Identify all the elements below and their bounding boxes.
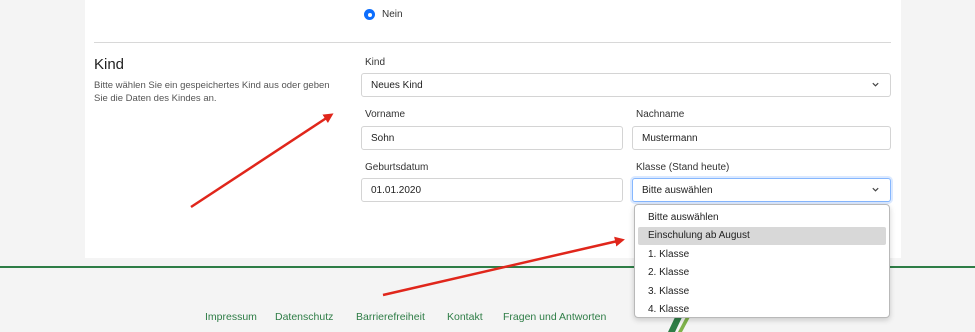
radio-label: Nein <box>382 9 403 20</box>
geburtsdatum-input[interactable]: 01.01.2020 <box>361 178 623 202</box>
dropdown-option[interactable]: 1. Klasse <box>638 245 886 264</box>
footer-link-kontakt[interactable]: Kontakt <box>447 311 483 323</box>
radio-button-checked[interactable] <box>364 9 375 20</box>
nachname-label: Nachname <box>636 109 685 120</box>
vorname-label: Vorname <box>365 109 406 120</box>
klasse-select[interactable]: Bitte auswählen <box>632 178 891 202</box>
footer-link-faq[interactable]: Fragen und Antworten <box>503 311 606 323</box>
vorname-input[interactable]: Sohn <box>361 126 623 150</box>
dropdown-option[interactable]: 2. Klasse <box>638 264 886 283</box>
dropdown-option[interactable]: 3. Klasse <box>638 282 886 301</box>
chevron-down-icon <box>871 80 880 89</box>
section-description: Bitte wählen Sie ein gespeichertes Kind … <box>94 80 330 104</box>
klasse-label: Klasse (Stand heute) <box>636 162 730 173</box>
kind-label: Kind <box>365 57 386 68</box>
nachname-input[interactable]: Mustermann <box>632 126 891 150</box>
footer-link-impressum[interactable]: Impressum <box>205 311 257 323</box>
section-title: Kind <box>94 56 125 73</box>
kind-select[interactable]: Neues Kind <box>361 73 891 97</box>
footer-link-datenschutz[interactable]: Datenschutz <box>275 311 333 323</box>
chevron-down-icon <box>871 185 880 194</box>
klasse-select-value: Bitte auswählen <box>642 184 713 196</box>
dropdown-option[interactable]: Bitte auswählen <box>638 208 886 227</box>
radio-option-nein[interactable]: Nein <box>364 9 403 20</box>
dropdown-option[interactable]: 4. Klasse <box>638 301 886 320</box>
geburtsdatum-value: 01.01.2020 <box>371 184 422 196</box>
nachname-value: Mustermann <box>642 132 698 144</box>
geburtsdatum-label: Geburtsdatum <box>365 162 429 173</box>
section-divider <box>94 42 891 43</box>
dropdown-option-highlighted[interactable]: Einschulung ab August <box>638 226 886 245</box>
kind-select-value: Neues Kind <box>371 79 423 91</box>
footer-link-barrierefreiheit[interactable]: Barrierefreiheit <box>356 311 425 323</box>
vorname-value: Sohn <box>371 132 395 144</box>
klasse-dropdown-list: Bitte auswählen Einschulung ab August 1.… <box>634 204 890 318</box>
